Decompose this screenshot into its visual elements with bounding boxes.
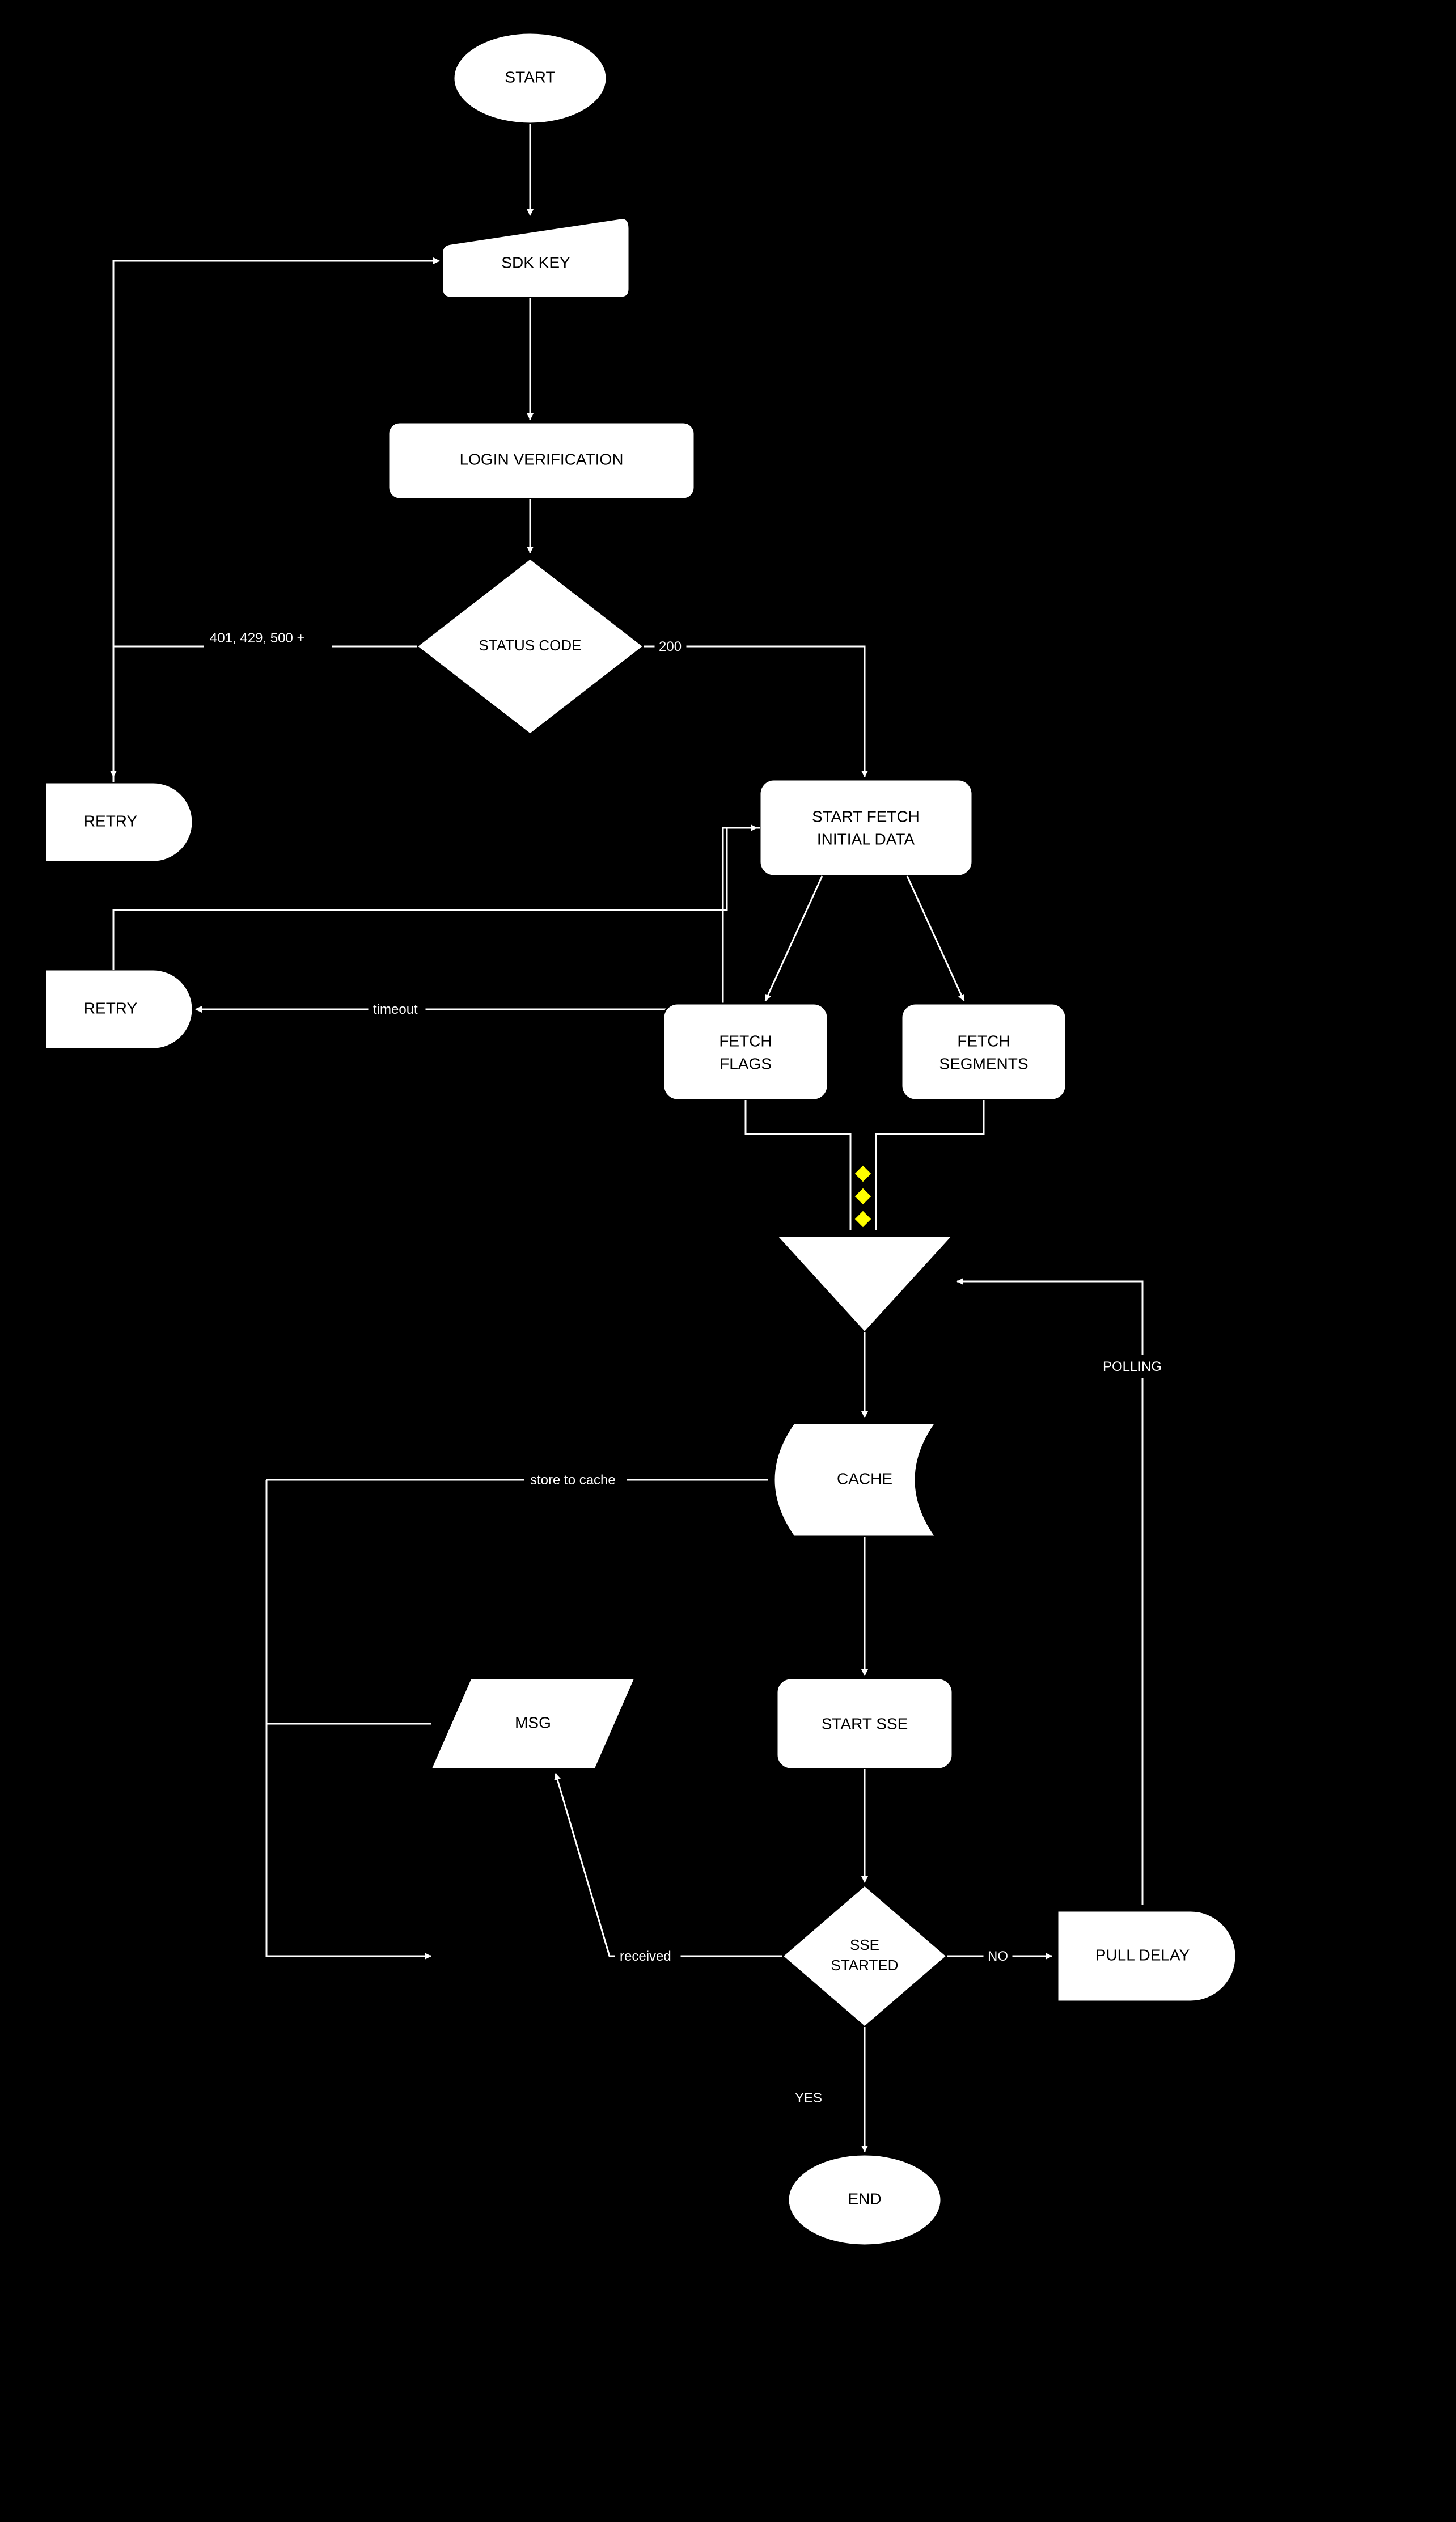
msg-label: MSG (515, 1713, 551, 1731)
edge-status-retry1 (113, 646, 417, 777)
login-verification-node: LOGIN VERIFICATION (388, 422, 695, 499)
pull-delay-label: PULL DELAY (1095, 1946, 1190, 1964)
fetch-segments-label1: FETCH (957, 1032, 1010, 1050)
sse-started-label2: STARTED (831, 1957, 899, 1974)
start-sse-label: START SSE (822, 1715, 908, 1732)
svg-text:timeout: timeout (373, 1002, 418, 1017)
svg-text:store to cache: store to cache (530, 1472, 616, 1488)
flowchart-diagram: START SDK KEY LOGIN VERIFICATION STATUS … (0, 0, 1456, 2522)
svg-text:YES: YES (795, 2091, 822, 2106)
merge-decoration (854, 1165, 871, 1228)
edge-label-timeout: timeout (369, 998, 425, 1021)
edge-fetch-flags (765, 876, 822, 1001)
edge-label-polling: POLLING (1097, 1355, 1171, 1378)
start-node: START (454, 33, 607, 124)
merge-node (777, 1236, 953, 1332)
pull-delay-node: PULL DELAY (1057, 1911, 1236, 2001)
status-code-label: STATUS CODE (479, 637, 581, 654)
edge-retry1-back (113, 261, 439, 782)
retry1-label: RETRY (84, 812, 138, 830)
svg-text:NO: NO (988, 1949, 1008, 1964)
edge-label-store: store to cache (524, 1469, 627, 1491)
edge-label-401: 401, 429, 500 + (204, 627, 332, 649)
status-code-node: STATUS CODE (417, 558, 644, 734)
fetch-segments-node: FETCH SEGMENTS (901, 1004, 1066, 1100)
sse-started-node: SSE STARTED (782, 1885, 947, 2027)
fetch-segments-label2: SEGMENTS (939, 1055, 1028, 1072)
sdk-key-label: SDK KEY (501, 253, 570, 271)
edge-store-msg (266, 1480, 431, 1956)
fetch-flags-node: FETCH FLAGS (663, 1004, 828, 1100)
svg-text:401, 429, 500 +: 401, 429, 500 + (210, 630, 304, 646)
end-label: END (848, 2190, 881, 2207)
retry1-node: RETRY (45, 782, 193, 862)
start-fetch-node: START FETCH INITIAL DATA (760, 780, 972, 876)
edge-fetch-segments (907, 876, 964, 1001)
start-sse-node: START SSE (777, 1678, 953, 1769)
edge-status-fetch (644, 646, 865, 777)
edge-sse-msg (556, 1774, 782, 1956)
start-fetch-label2: INITIAL DATA (817, 830, 915, 848)
svg-text:200: 200 (659, 639, 682, 654)
sdk-key-node: SDK KEY (442, 218, 629, 298)
cache-label: CACHE (837, 1470, 892, 1487)
fetch-flags-label1: FETCH (719, 1032, 772, 1050)
fetch-flags-label2: FLAGS (719, 1055, 772, 1072)
svg-text:POLLING: POLLING (1103, 1359, 1162, 1374)
login-verification-label: LOGIN VERIFICATION (460, 450, 624, 468)
retry2-node: RETRY (45, 970, 193, 1049)
cache-node: CACHE (774, 1423, 936, 1537)
svg-text:received: received (620, 1949, 671, 1964)
start-fetch-label1: START FETCH (812, 807, 920, 825)
edge-segments-merge (876, 1100, 984, 1230)
edge-label-200: 200 (655, 635, 686, 658)
msg-node: MSG (431, 1678, 635, 1769)
end-node: END (788, 2155, 941, 2245)
edge-retry2-fetch (113, 828, 757, 970)
edge-flags-merge (746, 1100, 850, 1230)
start-label: START (505, 68, 555, 86)
sse-started-label1: SSE (850, 1936, 879, 1953)
edge-label-no: NO (984, 1945, 1012, 1967)
edge-label-received: received (615, 1945, 680, 1967)
edge-fetch-retry2 (196, 828, 760, 1009)
retry2-label: RETRY (84, 999, 138, 1017)
edge-label-yes: YES (791, 2087, 825, 2109)
